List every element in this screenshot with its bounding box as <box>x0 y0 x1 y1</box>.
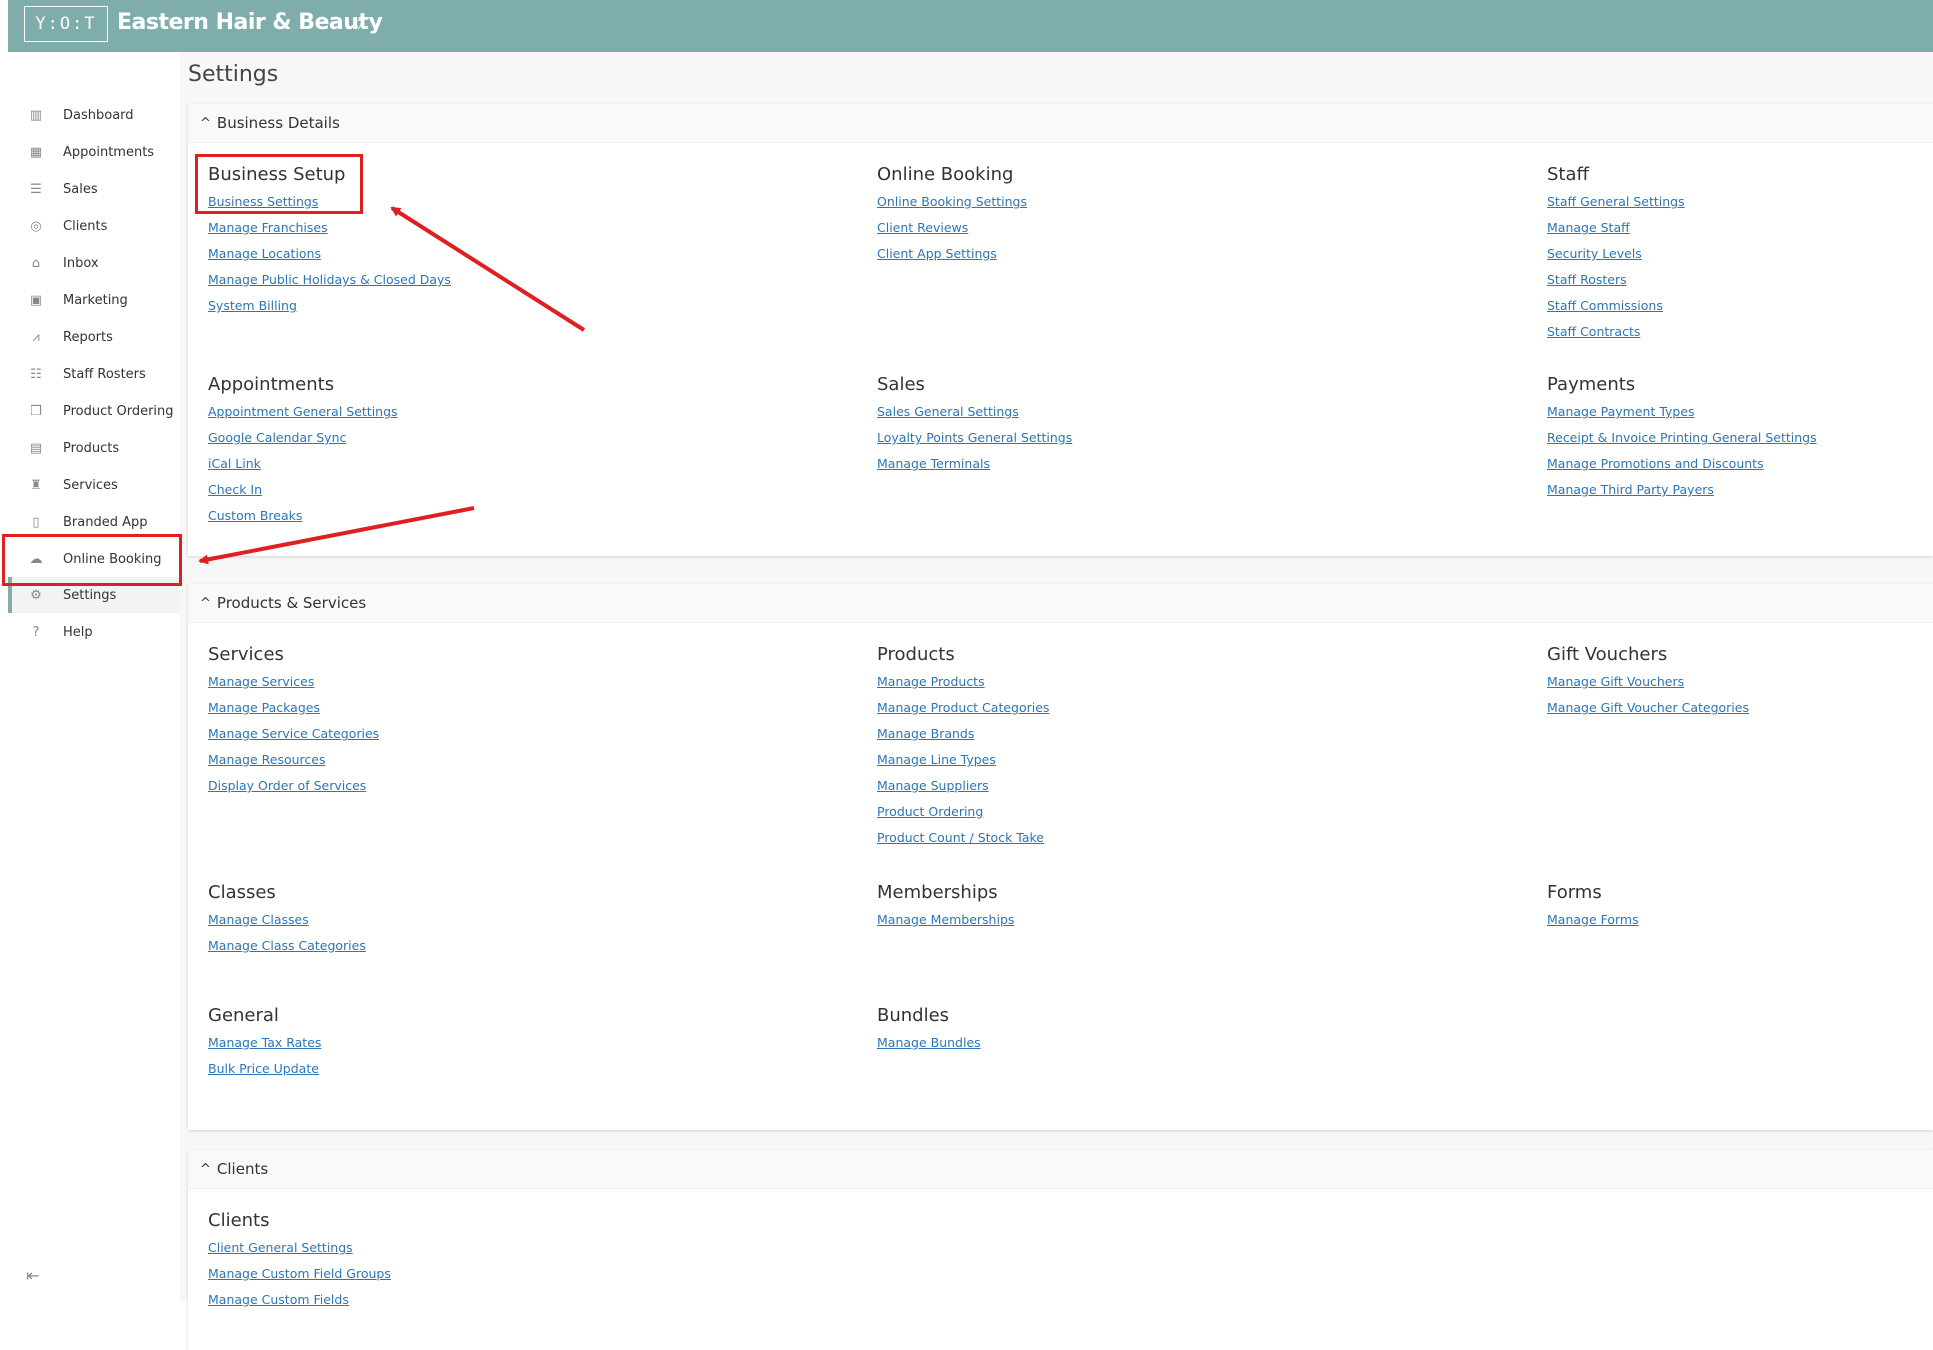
annotation-arrow-to-settings <box>198 506 475 565</box>
annotation-arrow-to-business-setup <box>390 206 586 332</box>
annotation-arrows <box>198 206 586 565</box>
